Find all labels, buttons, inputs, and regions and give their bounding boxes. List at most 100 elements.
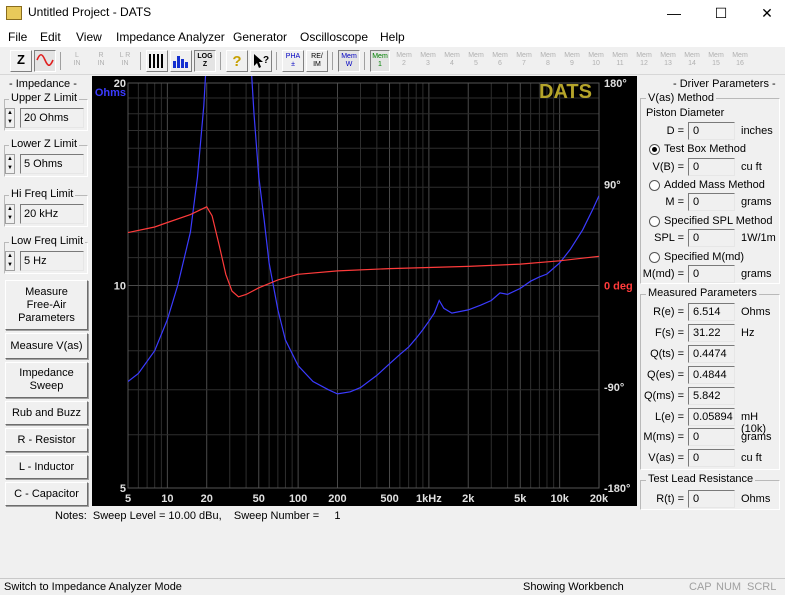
hi-freq-spinner[interactable]: ▲ ▼ bbox=[5, 204, 15, 224]
spectrum-view-button[interactable] bbox=[170, 50, 192, 72]
close-button[interactable]: ✕ bbox=[744, 0, 785, 27]
rt-input[interactable]: 0 bbox=[688, 490, 735, 508]
d-unit: inches bbox=[741, 125, 773, 137]
upper-z-value[interactable]: 20 Ohms bbox=[20, 108, 84, 128]
memory-slot-button[interactable]: Mem 15 bbox=[706, 50, 726, 72]
memory-slot-button[interactable]: Mem 10 bbox=[586, 50, 606, 72]
memory-slot-button[interactable]: Mem 12 bbox=[634, 50, 654, 72]
impedance-sweep-button[interactable]: Impedance Sweep bbox=[5, 362, 88, 398]
generator-mode-button[interactable] bbox=[34, 50, 56, 72]
test-lead-label: Test Lead Resistance bbox=[646, 473, 756, 485]
right-input-button[interactable]: R IN bbox=[90, 50, 112, 72]
phase-button[interactable]: PHA ± bbox=[282, 50, 304, 72]
bars-view-button[interactable] bbox=[146, 50, 168, 72]
memory-slot-number: 4 bbox=[450, 60, 454, 67]
title-bar[interactable]: Untitled Project - DATS — ☐ ✕ bbox=[0, 0, 785, 27]
menu-help[interactable]: Help bbox=[380, 30, 405, 44]
impedance-graph[interactable]: 20 10 5 Ohms 180° 90° 0 deg -90° -180° 5 10 20 50 100… bbox=[92, 63, 637, 506]
lower-z-spinner[interactable]: ▲ ▼ bbox=[5, 154, 15, 174]
memory-slot-button[interactable]: Mem 7 bbox=[514, 50, 534, 72]
memory-slot-label: Mem bbox=[516, 52, 532, 59]
memory-slot-button[interactable]: Mem 13 bbox=[658, 50, 678, 72]
spl-input[interactable]: 0 bbox=[688, 229, 735, 247]
memory-slot-label: Mem bbox=[372, 53, 388, 60]
stereo-input-button[interactable]: L R IN bbox=[114, 50, 136, 72]
memory-slot-button[interactable]: Mem 11 bbox=[610, 50, 630, 72]
memory-slot-button[interactable]: Mem 3 bbox=[418, 50, 438, 72]
menu-generator[interactable]: Generator bbox=[233, 30, 287, 44]
spl-method-label: Specified SPL Method bbox=[664, 215, 773, 227]
measured-param-value[interactable]: 5.842 bbox=[688, 386, 735, 405]
lower-z-value[interactable]: 5 Ohms bbox=[20, 154, 84, 174]
m-label: M = bbox=[665, 196, 684, 208]
left-input-button[interactable]: L IN bbox=[66, 50, 88, 72]
impedance-mode-button[interactable]: Z bbox=[10, 50, 32, 72]
measured-param-value[interactable]: 6.514 bbox=[688, 303, 735, 321]
m-input[interactable]: 0 bbox=[688, 193, 735, 211]
help-button[interactable]: ? bbox=[226, 50, 248, 72]
measured-param-value[interactable]: 0.4844 bbox=[688, 365, 735, 384]
upper-z-spinner[interactable]: ▲ ▼ bbox=[5, 108, 15, 128]
menu-edit[interactable]: Edit bbox=[40, 30, 61, 44]
phase-top: PHA bbox=[285, 53, 301, 60]
re-im-button[interactable]: RE/IM bbox=[306, 50, 328, 72]
memory-slot-button[interactable]: Mem 4 bbox=[442, 50, 462, 72]
maximize-button[interactable]: ☐ bbox=[698, 0, 744, 27]
memory-slot-number: 15 bbox=[712, 60, 720, 67]
menu-oscilloscope[interactable]: Oscilloscope bbox=[300, 30, 368, 44]
memory-slot-number: 11 bbox=[616, 60, 624, 67]
spectrum-bars-icon bbox=[173, 56, 188, 68]
measured-param-value[interactable]: 0 bbox=[688, 428, 735, 447]
measured-param-label: V(as) = bbox=[648, 452, 684, 465]
memory-slot-number: 12 bbox=[640, 60, 648, 67]
measure-free-air-button[interactable]: Measure Free-Air Parameters bbox=[5, 280, 88, 330]
toolbar-separator bbox=[220, 52, 221, 70]
hi-freq-value[interactable]: 20 kHz bbox=[20, 204, 84, 224]
measured-param-label: F(s) = bbox=[654, 326, 684, 339]
d-input[interactable]: 0 bbox=[688, 122, 735, 140]
memory-slot-button[interactable]: Mem 2 bbox=[394, 50, 414, 72]
memory-slot-button[interactable]: Mem 8 bbox=[538, 50, 558, 72]
vb-input[interactable]: 0 bbox=[688, 158, 735, 176]
memory-slot-label: Mem bbox=[444, 52, 460, 59]
mmd-method-radio[interactable] bbox=[649, 252, 660, 263]
capacitor-button[interactable]: C - Capacitor bbox=[5, 482, 88, 506]
m-unit: grams bbox=[741, 196, 772, 208]
measured-param-value[interactable]: 0.4474 bbox=[688, 344, 735, 363]
toolbar-separator bbox=[332, 52, 333, 70]
memory-slot-button[interactable]: Mem 16 bbox=[730, 50, 750, 72]
y-tick-label: 10 bbox=[114, 281, 126, 293]
low-freq-value[interactable]: 5 Hz bbox=[20, 251, 84, 271]
menu-file[interactable]: File bbox=[8, 30, 27, 44]
measured-param-value[interactable]: 0.05894 bbox=[688, 407, 735, 426]
context-help-button[interactable]: ? bbox=[250, 50, 272, 72]
inductor-button[interactable]: L - Inductor bbox=[5, 455, 88, 479]
menu-view[interactable]: View bbox=[76, 30, 102, 44]
toolbar-separator bbox=[140, 52, 141, 70]
added-mass-radio[interactable] bbox=[649, 180, 660, 191]
memory-slot-button[interactable]: Mem 5 bbox=[466, 50, 486, 72]
measured-param-unit: Hz bbox=[741, 326, 755, 339]
measured-param-value[interactable]: 0 bbox=[688, 449, 735, 468]
memory-slot-button[interactable]: Mem 14 bbox=[682, 50, 702, 72]
low-freq-spinner[interactable]: ▲ ▼ bbox=[5, 251, 15, 271]
measure-vas-button[interactable]: Measure V(as) bbox=[5, 333, 88, 359]
test-box-radio[interactable] bbox=[649, 144, 660, 155]
rub-and-buzz-button[interactable]: Rub and Buzz bbox=[5, 401, 88, 425]
measured-param-label: R(e) = bbox=[653, 306, 684, 318]
test-box-label: Test Box Method bbox=[664, 143, 746, 155]
memory-slot-button[interactable]: Mem 9 bbox=[562, 50, 582, 72]
memory-slot-button[interactable]: Mem 6 bbox=[490, 50, 510, 72]
mmd-input[interactable]: 0 bbox=[688, 265, 735, 283]
menu-impedance-analyzer[interactable]: Impedance Analyzer bbox=[116, 30, 225, 44]
memory-slot-number: 6 bbox=[498, 60, 502, 67]
spl-unit: 1W/1m bbox=[741, 232, 776, 244]
log-z-button[interactable]: LOG Z bbox=[194, 50, 216, 72]
resistor-button[interactable]: R - Resistor bbox=[5, 428, 88, 452]
spl-method-radio[interactable] bbox=[649, 216, 660, 227]
memory-slot-button[interactable]: Mem 1 bbox=[370, 50, 390, 72]
mem-write-button[interactable]: Mem W bbox=[338, 50, 360, 72]
minimize-button[interactable]: — bbox=[651, 0, 697, 27]
measured-param-value[interactable]: 31.22 bbox=[688, 323, 735, 342]
log-z-top: LOG bbox=[197, 53, 213, 60]
